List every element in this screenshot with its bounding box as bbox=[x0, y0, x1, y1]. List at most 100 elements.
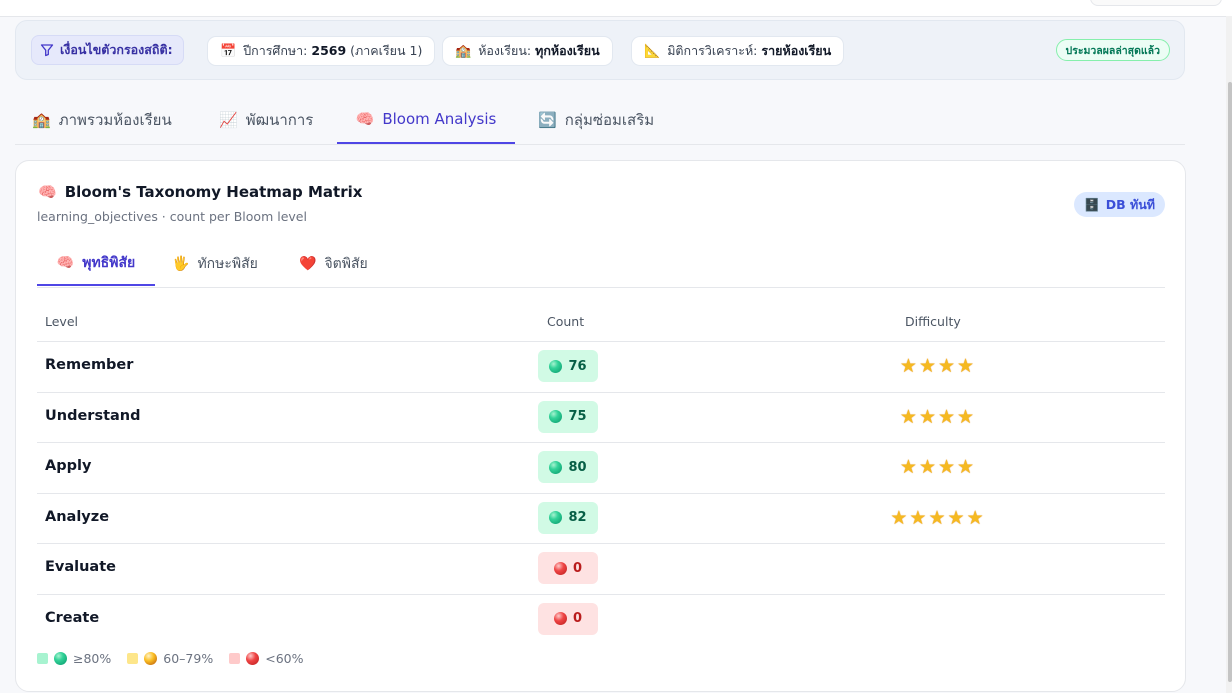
header-count: Count bbox=[547, 314, 585, 329]
table-row: Understand 75 ★ ★ ★ ★ bbox=[37, 393, 1165, 443]
school-icon: 🏫 bbox=[455, 43, 472, 59]
green-ball-icon bbox=[549, 359, 563, 373]
tab-label: พัฒนาการ bbox=[245, 110, 314, 129]
green-ball-icon bbox=[549, 410, 563, 423]
tab-psychomotor[interactable]: 🖐 ทักษะพิสัย bbox=[172, 241, 258, 286]
table-row: Remember 76 ★ ★ ★ ★ bbox=[37, 342, 1165, 393]
count-value: 0 bbox=[572, 611, 583, 626]
tab-cognitive[interactable]: 🧠 พุทธิพิสัย bbox=[37, 241, 155, 286]
classroom-filter-chip[interactable]: 🏫 ห้องเรียน: ทุกห้องเรียน bbox=[442, 36, 613, 66]
tab-label: ทักษะพิสัย bbox=[197, 255, 258, 272]
scrollbar-thumb[interactable] bbox=[1228, 82, 1232, 682]
legend-ball-icon bbox=[54, 652, 67, 665]
header-level: Level bbox=[45, 314, 78, 329]
classroom-label: ห้องเรียน: bbox=[478, 43, 532, 58]
count-value: 76 bbox=[568, 358, 587, 374]
year-suffix: (ภาคเรียน 1) bbox=[350, 43, 423, 58]
dimension-filter-chip[interactable]: 📐 มิติการวิเคราะห์: รายห้องเรียน bbox=[631, 36, 845, 66]
status-badge: ประมวลผลล่าสุดแล้ว bbox=[1055, 39, 1170, 61]
table-row: Create 0 bbox=[37, 595, 1165, 645]
star-icon: ★ bbox=[918, 405, 936, 428]
database-icon: 🗄️ bbox=[1084, 196, 1100, 212]
count-badge: 0 bbox=[538, 602, 598, 635]
tab-bloom-analysis[interactable]: 🧠 Bloom Analysis bbox=[337, 96, 515, 144]
domain-tab-bar: 🧠 พุทธิพิสัย 🖐 ทักษะพิสัย ❤️ จิตพิสัย bbox=[37, 241, 1165, 288]
count-badge: 75 bbox=[538, 400, 598, 433]
star-icon: ★ bbox=[957, 405, 975, 428]
browser-top-strip bbox=[0, 0, 1232, 17]
school-icon: 🏫 bbox=[32, 110, 51, 129]
heart-icon: ❤️ bbox=[299, 255, 317, 272]
filter-bar: เงื่อนไขตัวกรองสถิติ: 📅 ปีการศึกษา: 2569… bbox=[15, 20, 1185, 80]
dimension-label: มิติการวิเคราะห์: bbox=[667, 43, 758, 58]
card-title: 🧠 Bloom's Taxonomy Heatmap Matrix bbox=[38, 183, 362, 201]
star-icon: ★ bbox=[909, 506, 927, 529]
tab-label: ภาพรวมห้องเรียน bbox=[58, 110, 172, 129]
star-icon: ★ bbox=[957, 355, 975, 377]
green-ball-icon bbox=[549, 460, 563, 474]
difficulty-stars: ★ ★ ★ ★ ★ bbox=[837, 506, 1037, 530]
tab-classroom-overview[interactable]: 🏫 ภาพรวมห้องเรียน bbox=[32, 96, 172, 143]
top-strip-pill bbox=[1090, 0, 1222, 6]
legend-ball-icon bbox=[246, 652, 260, 665]
legend-label: <60% bbox=[265, 651, 304, 666]
tab-remedial-group[interactable]: 🔄 กลุ่มซ่อมเสริม bbox=[538, 96, 654, 143]
count-badge: 0 bbox=[538, 552, 598, 584]
card-subtitle: learning_objectives · count per Bloom le… bbox=[37, 209, 307, 224]
card-title-text: Bloom's Taxonomy Heatmap Matrix bbox=[64, 183, 363, 201]
green-ball-icon bbox=[549, 511, 563, 524]
star-icon: ★ bbox=[899, 456, 917, 478]
star-icon: ★ bbox=[918, 355, 936, 377]
star-icon: ★ bbox=[957, 456, 975, 478]
tab-development[interactable]: 📈 พัฒนาการ bbox=[219, 96, 313, 143]
star-icon: ★ bbox=[947, 506, 965, 529]
star-icon: ★ bbox=[890, 506, 908, 529]
star-icon: ★ bbox=[899, 405, 917, 428]
table-row: Evaluate 0 bbox=[37, 544, 1165, 595]
tab-affective[interactable]: ❤️ จิตพิสัย bbox=[299, 241, 368, 286]
count-value: 80 bbox=[568, 459, 587, 475]
year-filter-chip[interactable]: 📅 ปีการศึกษา: 2569 (ภาคเรียน 1) bbox=[207, 36, 436, 66]
tab-label: พุทธิพิสัย bbox=[82, 254, 136, 271]
refresh-icon: 🔄 bbox=[538, 110, 557, 129]
chart-up-icon: 📈 bbox=[219, 110, 238, 129]
calendar-icon: 📅 bbox=[220, 43, 237, 59]
legend-ball-icon bbox=[144, 652, 158, 665]
legend-item: <60% bbox=[229, 651, 303, 666]
main-tab-bar: 🏫 ภาพรวมห้องเรียน 📈 พัฒนาการ 🧠 Bloom Ana… bbox=[15, 96, 1185, 145]
star-icon: ★ bbox=[928, 506, 946, 529]
hand-icon: 🖐 bbox=[172, 255, 190, 272]
legend-swatch bbox=[127, 653, 139, 664]
count-value: 82 bbox=[568, 510, 587, 525]
star-icon: ★ bbox=[918, 456, 936, 478]
year-label: ปีการศึกษา: bbox=[243, 43, 308, 58]
star-icon: ★ bbox=[899, 355, 917, 377]
count-value: 75 bbox=[568, 409, 587, 424]
table-body: Remember 76 ★ ★ ★ ★ Understand 75 ★ ★ ★ ★ Apply 80 ★ ★ ★… bbox=[37, 342, 1165, 644]
table-row: Analyze 82 ★ ★ ★ ★ ★ bbox=[37, 494, 1165, 544]
classroom-value: ทุกห้องเรียน bbox=[535, 43, 600, 58]
brain-icon: 🧠 bbox=[56, 254, 75, 271]
level-cell: Understand bbox=[45, 407, 141, 424]
brain-icon: 🧠 bbox=[355, 110, 375, 128]
level-cell: Analyze bbox=[45, 508, 110, 525]
level-cell: Apply bbox=[45, 458, 92, 474]
bloom-heatmap-card: 🧠 Bloom's Taxonomy Heatmap Matrix learni… bbox=[15, 160, 1186, 692]
star-icon: ★ bbox=[966, 506, 984, 529]
brain-icon: 🧠 bbox=[38, 183, 57, 201]
filter-label: เงื่อนไขตัวกรองสถิติ: bbox=[31, 35, 184, 65]
count-badge: 82 bbox=[538, 501, 598, 534]
count-badge: 76 bbox=[538, 350, 598, 382]
dimension-value: รายห้องเรียน bbox=[761, 43, 832, 58]
star-icon: ★ bbox=[938, 355, 956, 377]
scrollbar-track[interactable] bbox=[1226, 16, 1232, 693]
year-value: 2569 bbox=[311, 43, 347, 58]
level-cell: Evaluate bbox=[45, 559, 116, 575]
legend-label: ≥80% bbox=[73, 651, 112, 666]
difficulty-stars: ★ ★ ★ ★ bbox=[837, 354, 1037, 378]
filter-icon bbox=[40, 44, 54, 57]
legend-swatch bbox=[229, 653, 241, 664]
red-ball-icon bbox=[553, 612, 567, 625]
table-row: Apply 80 ★ ★ ★ ★ bbox=[37, 443, 1165, 494]
filter-label-text: เงื่อนไขตัวกรองสถิติ: bbox=[60, 42, 173, 57]
